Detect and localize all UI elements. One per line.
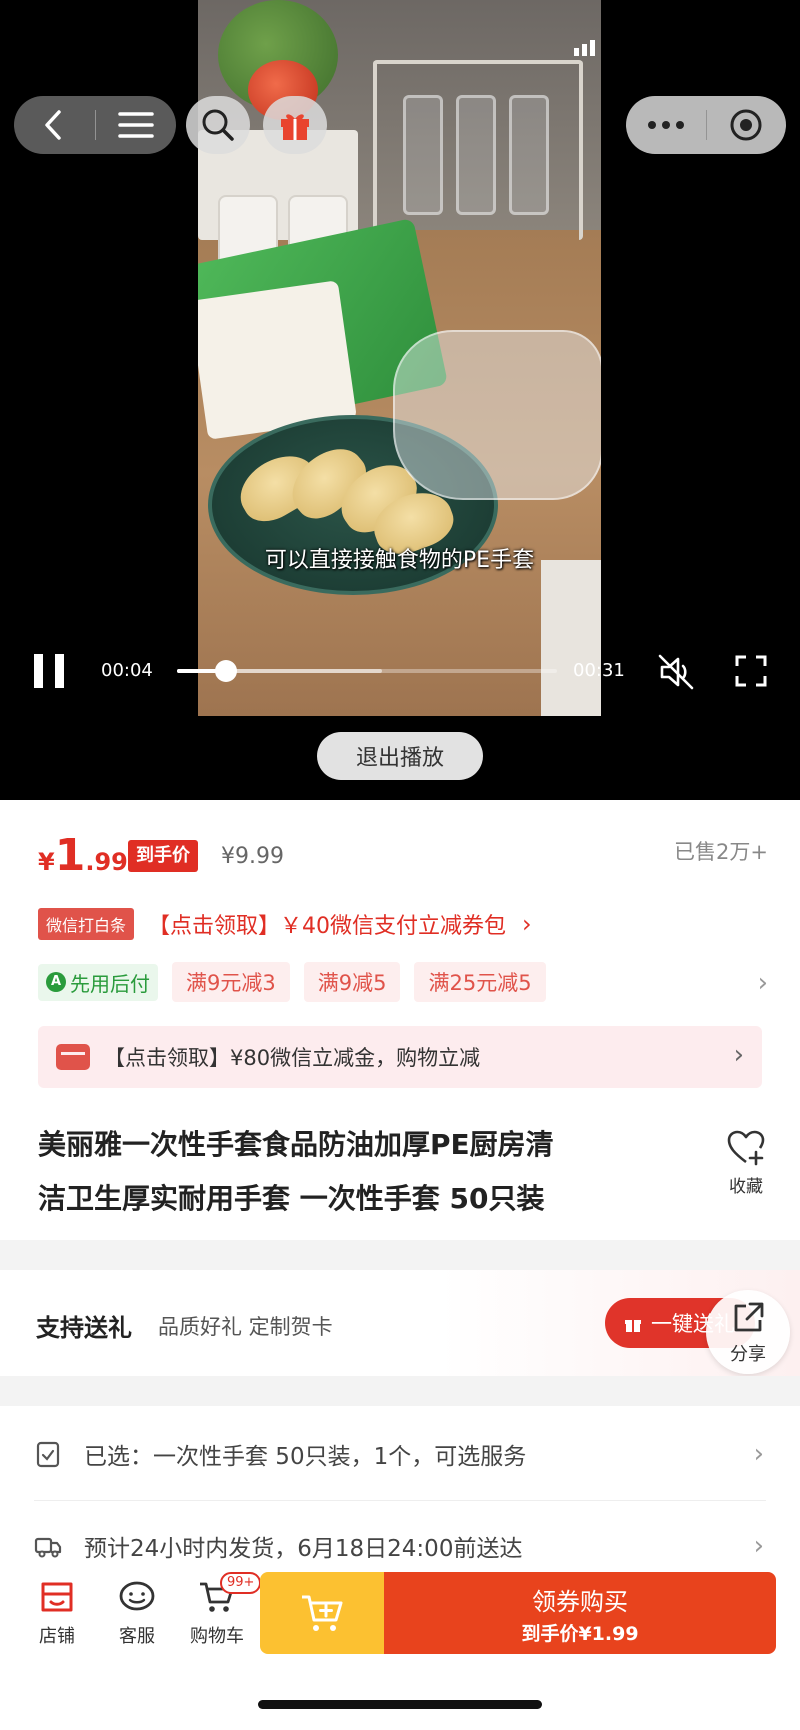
video-scene-glass — [403, 95, 443, 215]
shop-icon — [41, 1582, 73, 1612]
video-scene-gloved-hand — [393, 330, 601, 500]
section-divider — [0, 1240, 800, 1270]
progress-track[interactable] — [177, 660, 557, 682]
target-close-icon — [730, 109, 762, 141]
video-scene-glass — [456, 95, 496, 215]
coupon-row[interactable]: 微信打白条 【点击领取】￥40微信支付立减券包 › — [38, 906, 768, 942]
current-price: ¥1.99 — [38, 830, 128, 881]
gift-subtitle: 品质好礼 定制贺卡 — [158, 1315, 333, 1339]
buy-button-label: 领券购买 — [532, 1588, 628, 1616]
chevron-right-icon: › — [753, 1531, 764, 1561]
price-integer: 1 — [54, 830, 86, 881]
add-to-cart-button[interactable] — [260, 1572, 384, 1654]
price-currency: ¥ — [38, 848, 55, 876]
delivery-text: 预计24小时内发货，6月18日24:00前送达 — [84, 1536, 523, 1562]
video-player[interactable]: 可以直接接触食物的PE手套 00:04 00:31 退出播放 — [0, 0, 800, 800]
final-price-tag: 到手价 — [128, 840, 198, 872]
truck-icon — [34, 1537, 62, 1558]
menu-icon — [118, 112, 154, 138]
cart-count-badge: 99+ — [220, 1572, 262, 1594]
promo-chip[interactable]: 满9减5 — [303, 962, 401, 1002]
add-cart-icon — [302, 1595, 343, 1631]
fullscreen-icon[interactable] — [734, 654, 768, 688]
share-label: 分享 — [730, 1344, 766, 1365]
cart-button[interactable]: 99+ 购物车 — [182, 1572, 262, 1648]
clipboard-check-icon — [36, 1441, 60, 1468]
progress-thumb[interactable] — [215, 660, 238, 682]
chevron-right-icon: › — [757, 968, 768, 998]
home-indicator — [258, 1700, 542, 1709]
price-row: ¥1.99 到手价 ¥9.99 已售2万+ — [38, 830, 768, 881]
heart-add-icon — [727, 1130, 765, 1166]
sold-count: 已售2万+ — [674, 840, 768, 864]
share-icon — [734, 1302, 764, 1332]
more-dots-icon — [647, 121, 684, 129]
claim-coupon-buy-button[interactable]: 领券购买 到手价¥1.99 — [384, 1572, 776, 1654]
coupon-text[interactable]: 【点击领取】￥40微信支付立减券包 — [148, 908, 506, 940]
product-title-line: 洁卫生厚实耐用手套 一次性手套 50只装 — [38, 1182, 545, 1215]
close-miniprogram-button[interactable] — [707, 96, 787, 154]
mini-program-capsule — [626, 96, 786, 154]
chevron-right-icon: › — [753, 1439, 764, 1469]
nav-capsule — [14, 96, 176, 154]
more-button[interactable] — [626, 96, 706, 154]
bottom-action-bar: 店铺 客服 99+ 购物车 领券购买 到手价¥1.99 — [0, 1560, 800, 1670]
wallet-icon — [56, 1044, 90, 1070]
search-icon — [202, 109, 234, 141]
current-time: 00:04 — [101, 660, 153, 681]
video-frame[interactable]: 可以直接接触食物的PE手套 — [198, 0, 601, 716]
customer-service-label: 客服 — [119, 1626, 155, 1647]
gift-icon — [625, 1320, 641, 1332]
total-time: 00:31 — [573, 660, 625, 681]
pay-later-icon: A — [46, 972, 66, 992]
cart-label: 购物车 — [190, 1626, 244, 1647]
pay-later-badge: A 先用后付 — [38, 963, 158, 1001]
shop-button[interactable]: 店铺 — [22, 1580, 92, 1648]
chevron-right-icon: › — [733, 1040, 744, 1070]
pause-icon[interactable] — [34, 654, 64, 688]
wechat-voucher-banner[interactable]: 【点击领取】¥80微信立减金，购物立减 › — [38, 1026, 762, 1088]
buy-button-price: 到手价¥1.99 — [521, 1623, 639, 1645]
promo-chip[interactable]: 满25元减5 — [414, 962, 546, 1002]
share-button[interactable]: 分享 — [706, 1290, 790, 1374]
product-title: 美丽雅一次性手套食品防油加厚PE厨房清 洁卫生厚实耐用手套 一次性手套 50只装 — [38, 1118, 678, 1226]
chat-smile-icon — [119, 1581, 155, 1611]
menu-button[interactable] — [96, 96, 177, 154]
mute-icon[interactable] — [656, 652, 696, 692]
product-title-line: 美丽雅一次性手套食品防油加厚PE厨房清 — [38, 1128, 554, 1161]
original-price: ¥9.99 — [221, 844, 284, 869]
player-controls: 00:04 00:31 — [0, 640, 800, 700]
signal-icon — [574, 40, 595, 56]
section-divider — [0, 1376, 800, 1406]
chevron-right-icon: › — [522, 910, 532, 938]
shop-label: 店铺 — [39, 1626, 75, 1647]
chevron-left-icon — [45, 110, 61, 140]
gift-title: 支持送礼 — [36, 1314, 132, 1342]
gift-icon — [281, 114, 309, 140]
exit-playback-button[interactable]: 退出播放 — [317, 732, 483, 780]
favorite-label: 收藏 — [729, 1177, 763, 1197]
selected-spec-text: 已选：一次性手套 50只装，1个，可选服务 — [84, 1444, 527, 1470]
back-button[interactable] — [14, 96, 95, 154]
banner-text: 【点击领取】¥80微信立减金，购物立减 — [104, 1046, 481, 1070]
promo-row[interactable]: A 先用后付 满9元减3 满9减5 满25元减5 › — [38, 962, 768, 1002]
gift-button[interactable] — [263, 96, 327, 154]
gift-row: 支持送礼 品质好礼 定制贺卡 一键送礼 — [0, 1270, 800, 1376]
video-subtitle: 可以直接接触食物的PE手套 — [264, 548, 535, 573]
selected-spec-row[interactable]: 已选：一次性手套 50只装，1个，可选服务 › — [0, 1408, 800, 1500]
search-button[interactable] — [186, 96, 250, 154]
customer-service-button[interactable]: 客服 — [102, 1580, 172, 1648]
promo-chip[interactable]: 满9元减3 — [172, 962, 290, 1002]
favorite-button[interactable]: 收藏 — [718, 1130, 774, 1197]
coupon-tag: 微信打白条 — [38, 908, 135, 940]
pay-later-label: 先用后付 — [70, 971, 150, 996]
price-decimal: .99 — [85, 848, 128, 876]
video-scene-glass — [509, 95, 549, 215]
